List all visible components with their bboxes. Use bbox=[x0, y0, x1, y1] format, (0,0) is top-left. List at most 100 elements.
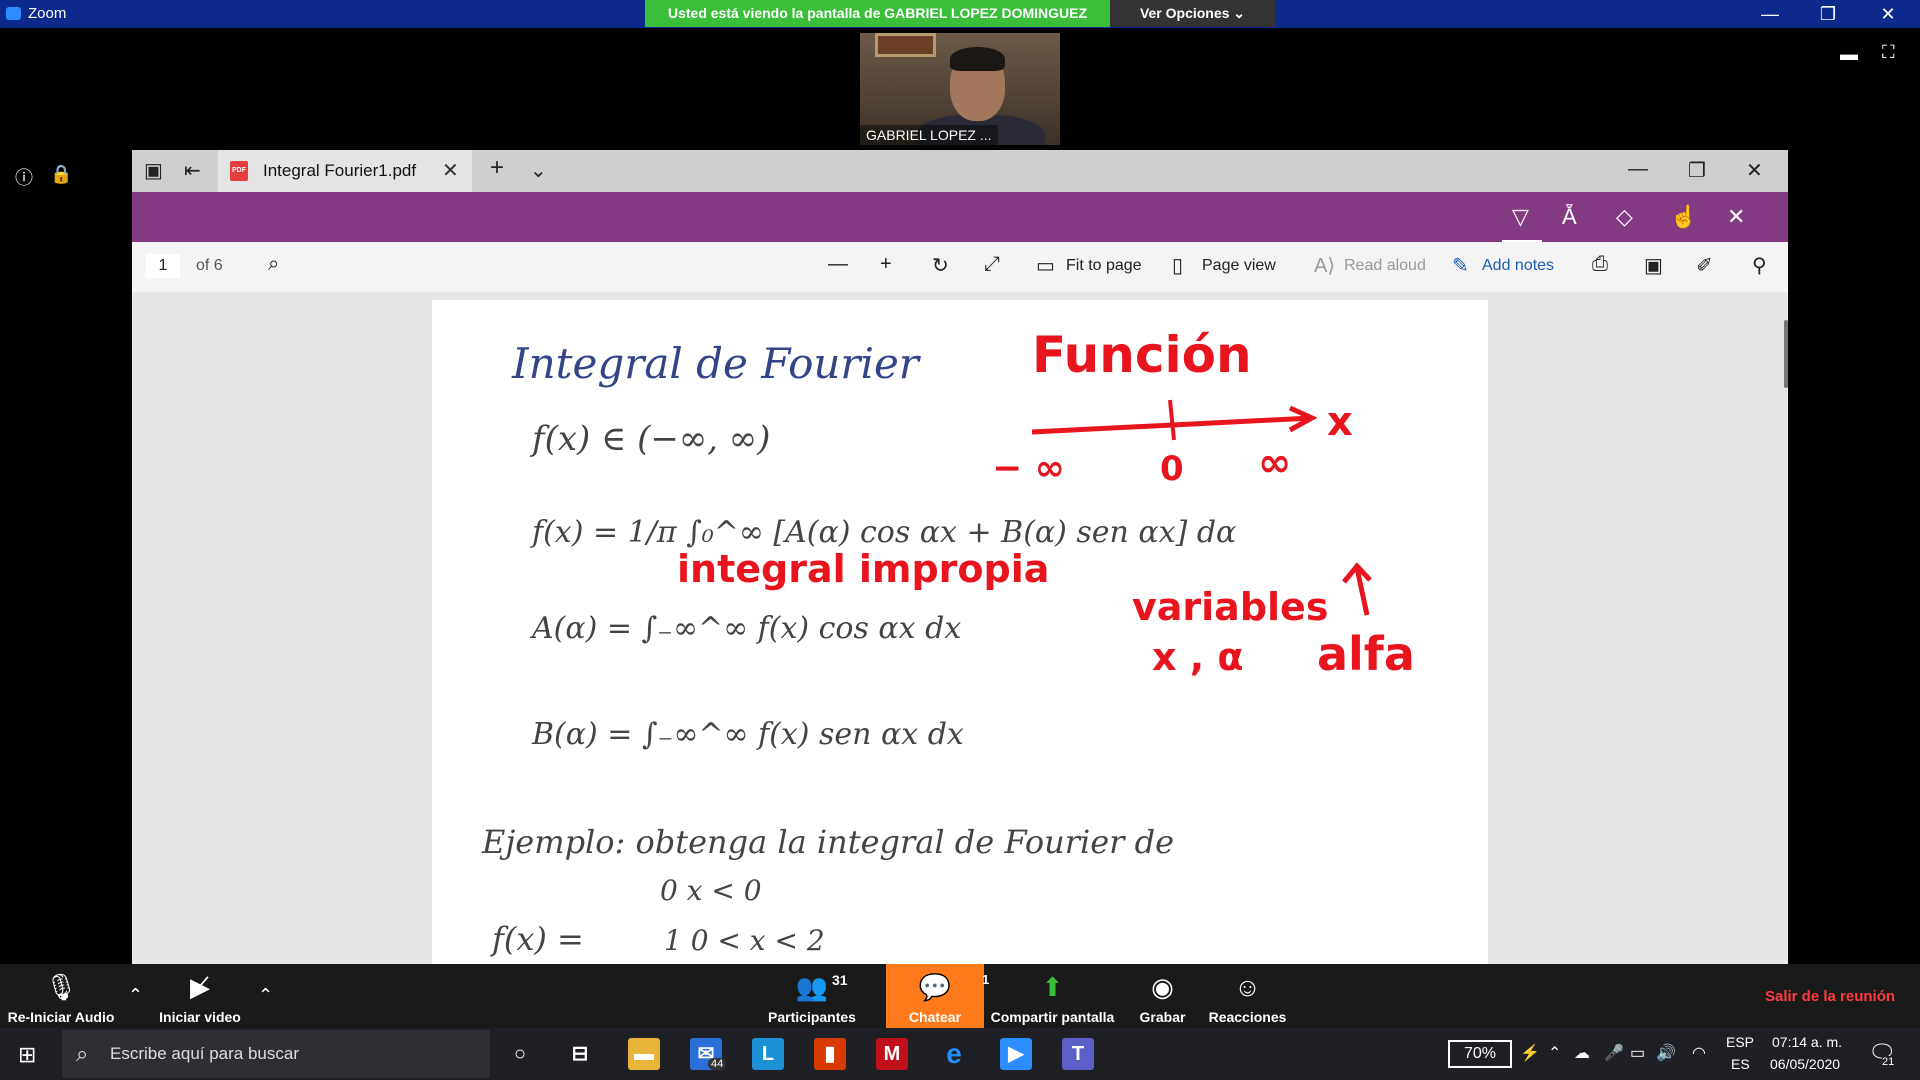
chatear-label: Chatear bbox=[908, 1009, 962, 1025]
touch-writing-icon[interactable]: ☝ bbox=[1670, 204, 1697, 230]
wifi-icon[interactable]: ◠ bbox=[1692, 1043, 1706, 1063]
windows-start-icon[interactable]: ⊞ bbox=[18, 1042, 36, 1068]
search-icon[interactable]: ⌕ bbox=[268, 253, 279, 276]
iniciar-video-button[interactable]: ▶̸ Iniciar video bbox=[150, 964, 250, 1028]
participantes-button[interactable]: 👥 31 Participantes bbox=[762, 964, 862, 1028]
file-explorer-icon[interactable]: ▬ bbox=[628, 1038, 660, 1070]
red-variables: variables bbox=[1132, 585, 1328, 629]
salir-reunion-button[interactable]: Salir de la reunión bbox=[1765, 988, 1895, 1005]
grabar-button[interactable]: ◉ Grabar bbox=[1125, 964, 1200, 1028]
save-icon[interactable]: ▣ bbox=[1644, 253, 1663, 278]
reiniciar-audio-button[interactable]: 🎙 Re-Iniciar Audio bbox=[0, 964, 122, 1028]
zoom-in-icon[interactable]: + bbox=[880, 253, 892, 276]
power-plug-icon[interactable]: ⚡ bbox=[1520, 1043, 1540, 1063]
red-axis-x: x bbox=[1327, 399, 1353, 445]
read-aloud-icon[interactable]: A⟩ bbox=[1314, 253, 1335, 278]
add-notes-icon[interactable]: ✎ bbox=[1452, 253, 1469, 278]
highlighter-icon[interactable]: Ẵ bbox=[1562, 204, 1577, 230]
minimize-icon[interactable]: — bbox=[1750, 0, 1790, 28]
window-restore-icon[interactable]: ❐ bbox=[1688, 158, 1706, 183]
print-icon[interactable]: ⎙ bbox=[1592, 253, 1608, 276]
audio-options-caret-icon[interactable]: ⌃ bbox=[128, 985, 143, 1006]
tab-integral-fourier[interactable]: PDF Integral Fourier1.pdf ✕ bbox=[218, 150, 472, 192]
scrollbar[interactable] bbox=[1784, 320, 1788, 388]
chatear-button[interactable]: 💬 1 Chatear bbox=[886, 964, 989, 1028]
window-close-icon[interactable]: ✕ bbox=[1746, 158, 1763, 183]
eraser-icon[interactable]: ◇ bbox=[1616, 204, 1633, 230]
l-app-icon[interactable]: L bbox=[752, 1038, 784, 1070]
reacciones-button[interactable]: ☺ Reacciones bbox=[1205, 964, 1290, 1028]
red-infinity: ∞ bbox=[1258, 440, 1291, 486]
office-icon[interactable]: ▮ bbox=[814, 1038, 846, 1070]
volume-icon[interactable]: 🔊 bbox=[1656, 1043, 1676, 1063]
pen-icon[interactable]: ▽ bbox=[1512, 204, 1529, 230]
taskbar-search[interactable]: ⌕ Escribe aquí para buscar bbox=[62, 1030, 490, 1078]
clock-date[interactable]: 06/05/2020 bbox=[1770, 1056, 1840, 1072]
page-number-input[interactable]: 1 bbox=[146, 254, 180, 278]
speaker-video[interactable]: GABRIEL LOPEZ ... bbox=[860, 33, 1060, 145]
windows-taskbar: ⊞ ⌕ Escribe aquí para buscar ○ ⊟ ▬ ✉ 44 … bbox=[0, 1028, 1920, 1080]
onedrive-icon[interactable]: ☁ bbox=[1574, 1043, 1590, 1063]
speaker-name: GABRIEL LOPEZ ... bbox=[860, 125, 998, 145]
pdf-toolbar: 1 of 6 ⌕ — + ↻ ⤢ ▭ Fit to page ▯ Page vi… bbox=[132, 242, 1788, 293]
close-ink-icon[interactable]: ✕ bbox=[1727, 204, 1745, 230]
doc-piece-1: 0 x < 0 bbox=[660, 874, 762, 907]
doc-title: Integral de Fourier bbox=[511, 339, 922, 388]
tab-actions-icon[interactable]: ▣ bbox=[144, 158, 163, 183]
info-icon[interactable]: ⓘ bbox=[15, 164, 33, 190]
microphone-icon[interactable]: 🎤 bbox=[1604, 1043, 1624, 1063]
compartir-pantalla-button[interactable]: ⬆ Compartir pantalla bbox=[985, 964, 1120, 1028]
lock-icon[interactable]: 🔒 bbox=[50, 164, 72, 185]
page-view-button[interactable]: Page view bbox=[1202, 257, 1276, 275]
layout-view-icon[interactable]: ▬ bbox=[1840, 44, 1858, 65]
pin-toolbar-icon[interactable]: ⚲ bbox=[1752, 253, 1767, 278]
search-icon: ⌕ bbox=[76, 1041, 89, 1066]
red-minus-infinity: − ∞ bbox=[992, 448, 1065, 489]
doc-example: Ejemplo: obtenga la integral de Fourier … bbox=[481, 823, 1174, 861]
zoom-toolbar: 🎙 Re-Iniciar Audio ▶̸ Iniciar video 👥 31… bbox=[0, 964, 1920, 1028]
restore-icon[interactable]: ❐ bbox=[1808, 0, 1848, 28]
red-funcion: Función bbox=[1032, 326, 1252, 384]
show-hidden-icons-icon[interactable]: ⌃ bbox=[1548, 1043, 1561, 1063]
keyboard-layout[interactable]: ES bbox=[1731, 1056, 1750, 1072]
add-notes-button[interactable]: Add notes bbox=[1482, 257, 1554, 275]
muted-mic-icon: 🎙 bbox=[44, 972, 78, 1002]
task-view-icon[interactable]: ⊟ bbox=[564, 1038, 596, 1070]
save-as-icon[interactable]: ✐ bbox=[1696, 253, 1713, 278]
tab-close-icon[interactable]: ✕ bbox=[442, 158, 459, 183]
rotate-icon[interactable]: ↻ bbox=[932, 253, 949, 278]
battery-indicator[interactable]: 70% bbox=[1448, 1040, 1512, 1068]
cortana-icon[interactable]: ○ bbox=[504, 1038, 536, 1070]
chat-icon: 💬 bbox=[918, 972, 952, 1002]
edge-icon[interactable]: e bbox=[938, 1038, 970, 1070]
fullscreen-icon[interactable]: ⛶ bbox=[1882, 42, 1895, 63]
tab-list-chevron-icon[interactable]: ⌄ bbox=[530, 158, 547, 183]
page-view-icon[interactable]: ▯ bbox=[1172, 253, 1183, 278]
doc-piecewise-lhs: f(x) = bbox=[490, 920, 584, 958]
mail-badge: 44 bbox=[708, 1058, 727, 1070]
fit-to-page-button[interactable]: Fit to page bbox=[1066, 257, 1142, 275]
teams-icon[interactable]: T bbox=[1062, 1038, 1094, 1070]
expand-icon[interactable]: ⤢ bbox=[984, 253, 1000, 276]
zoom-app-icon[interactable]: ▶ bbox=[1000, 1038, 1032, 1070]
input-language[interactable]: ESP bbox=[1726, 1034, 1754, 1050]
red-zero: 0 bbox=[1160, 449, 1184, 489]
red-vars-x-alpha: x , α bbox=[1152, 635, 1244, 679]
view-options-button[interactable]: Ver Opciones ⌄ bbox=[1110, 0, 1275, 27]
new-tab-icon[interactable]: + bbox=[490, 154, 504, 182]
window-minimize-icon[interactable]: — bbox=[1628, 158, 1648, 181]
battery-icon[interactable]: ▭ bbox=[1630, 1043, 1645, 1063]
video-options-caret-icon[interactable]: ⌃ bbox=[258, 985, 273, 1006]
page-count: of 6 bbox=[196, 257, 223, 274]
zoom-out-icon[interactable]: — bbox=[828, 253, 848, 276]
fit-to-page-icon[interactable]: ▭ bbox=[1036, 253, 1055, 278]
participant-count: 31 bbox=[832, 972, 848, 988]
doc-piece-2: 1 0 < x < 2 bbox=[664, 924, 825, 957]
read-aloud-button[interactable]: Read aloud bbox=[1344, 257, 1426, 275]
set-aside-tabs-icon[interactable]: ⇤ bbox=[184, 158, 201, 183]
doc-line-b-alpha: B(α) = ∫₋∞^∞ f(x) sen αx dx bbox=[531, 717, 964, 752]
clock-time[interactable]: 07:14 a. m. bbox=[1772, 1034, 1842, 1050]
browser-tabbar: ▣ ⇤ PDF Integral Fourier1.pdf ✕ + ⌄ — ❐ … bbox=[132, 150, 1788, 192]
mcafee-icon[interactable]: M bbox=[876, 1038, 908, 1070]
close-icon[interactable]: ✕ bbox=[1868, 0, 1908, 28]
